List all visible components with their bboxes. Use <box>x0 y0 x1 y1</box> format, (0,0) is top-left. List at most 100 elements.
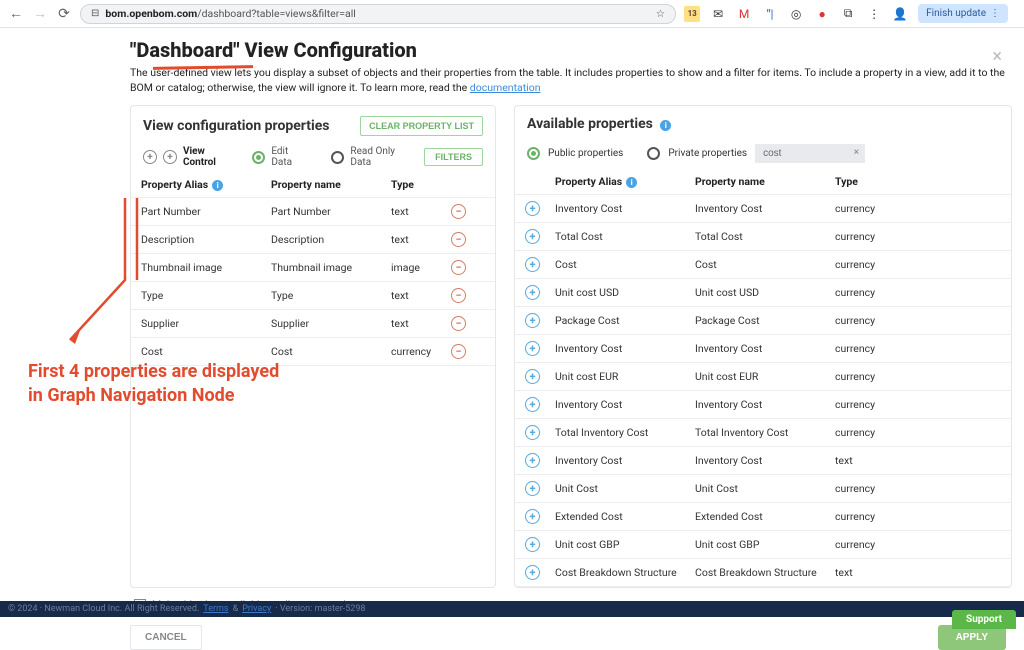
available-property-row[interactable]: + Unit cost USD Unit cost USD currency <box>515 279 1011 307</box>
prop-type: currency <box>835 230 895 243</box>
private-props-radio[interactable] <box>647 147 660 160</box>
add-property-icon[interactable]: + <box>525 313 540 328</box>
ext-menu-icon[interactable]: ⋮ <box>866 6 882 22</box>
remove-property-icon[interactable]: − <box>451 204 466 219</box>
search-input[interactable] <box>755 144 865 163</box>
available-property-row[interactable]: + Cost Breakdown Structure Cost Breakdow… <box>515 559 1011 587</box>
config-property-row[interactable]: Thumbnail image Thumbnail image image − <box>131 254 495 282</box>
config-property-row[interactable]: Type Type text − <box>131 282 495 310</box>
remove-property-icon[interactable]: − <box>451 260 466 275</box>
add-property-icon[interactable]: + <box>525 341 540 356</box>
clear-property-list-button[interactable]: CLEAR PROPERTY LIST <box>360 116 483 136</box>
finish-update-button[interactable]: Finish update ⋮ <box>918 4 1008 23</box>
prop-name: Unit cost EUR <box>695 370 835 383</box>
documentation-link[interactable]: documentation <box>470 81 541 94</box>
remove-property-icon[interactable]: − <box>451 344 466 359</box>
ext-icon-6[interactable]: ● <box>814 6 830 22</box>
add-property-icon[interactable]: + <box>525 285 540 300</box>
add-property-icon[interactable]: + <box>525 257 540 272</box>
bookmark-star-icon[interactable]: ☆ <box>656 7 665 20</box>
clear-search-icon[interactable]: × <box>854 147 859 158</box>
available-property-row[interactable]: + Total Inventory Cost Total Inventory C… <box>515 419 1011 447</box>
apply-button[interactable]: APPLY <box>938 625 1006 650</box>
close-icon[interactable]: × <box>992 46 1002 67</box>
privacy-link[interactable]: Privacy <box>242 604 271 614</box>
prop-type: currency <box>391 345 451 358</box>
prop-alias: Supplier <box>141 317 271 330</box>
config-property-row[interactable]: Part Number Part Number text − <box>131 198 495 226</box>
filters-button[interactable]: FILTERS <box>424 148 483 166</box>
cancel-button[interactable]: CANCEL <box>130 625 202 650</box>
info-icon[interactable]: i <box>660 120 671 131</box>
view-config-panel: View configuration properties CLEAR PROP… <box>130 105 496 588</box>
prop-type: text <box>391 205 451 218</box>
prop-alias: Inventory Cost <box>555 454 695 467</box>
add-row-icon-2[interactable]: + <box>163 150 177 164</box>
prop-alias: Extended Cost <box>555 510 695 523</box>
right-panel-title: Available properties <box>527 116 653 132</box>
add-property-icon[interactable]: + <box>525 537 540 552</box>
site-info-icon[interactable]: ⊟ <box>91 8 99 19</box>
read-only-radio[interactable] <box>331 151 344 164</box>
prop-type: currency <box>835 510 895 523</box>
add-property-icon[interactable]: + <box>525 509 540 524</box>
private-props-label: Private properties <box>668 148 747 159</box>
ext-icon-5[interactable]: ◎ <box>788 6 804 22</box>
profile-avatar[interactable]: 👤 <box>892 6 908 22</box>
address-bar[interactable]: ⊟ bom.openbom.com/dashboard?table=views&… <box>80 4 676 24</box>
info-icon[interactable]: i <box>212 180 223 191</box>
ext-icon-3[interactable]: M <box>736 6 752 22</box>
prop-alias: Unit cost EUR <box>555 370 695 383</box>
prop-type: text <box>391 233 451 246</box>
read-only-label: Read Only Data <box>350 146 418 168</box>
prop-name: Description <box>271 233 391 246</box>
config-property-row[interactable]: Supplier Supplier text − <box>131 310 495 338</box>
add-property-icon[interactable]: + <box>525 397 540 412</box>
prop-type: currency <box>835 286 895 299</box>
available-property-row[interactable]: + Unit Cost Unit Cost currency <box>515 475 1011 503</box>
prop-alias: Total Cost <box>555 230 695 243</box>
ext-icon-1[interactable]: 13 <box>684 6 700 22</box>
edit-data-label: Edit Data <box>271 146 311 168</box>
prop-name: Part Number <box>271 205 391 218</box>
add-row-icon[interactable]: + <box>143 150 157 164</box>
prop-type: text <box>391 317 451 330</box>
add-property-icon[interactable]: + <box>525 453 540 468</box>
remove-property-icon[interactable]: − <box>451 232 466 247</box>
config-property-row[interactable]: Description Description text − <box>131 226 495 254</box>
ext-icon-4[interactable]: "| <box>762 6 778 22</box>
available-property-row[interactable]: + Unit cost EUR Unit cost EUR currency <box>515 363 1011 391</box>
public-props-radio[interactable] <box>527 147 540 160</box>
back-button[interactable]: ← <box>8 6 24 22</box>
available-property-row[interactable]: + Extended Cost Extended Cost currency <box>515 503 1011 531</box>
add-property-icon[interactable]: + <box>525 481 540 496</box>
edit-data-radio[interactable] <box>252 151 265 164</box>
prop-alias: Total Inventory Cost <box>555 426 695 439</box>
remove-property-icon[interactable]: − <box>451 288 466 303</box>
prop-name: Inventory Cost <box>695 398 835 411</box>
add-property-icon[interactable]: + <box>525 425 540 440</box>
available-property-row[interactable]: + Inventory Cost Inventory Cost currency <box>515 391 1011 419</box>
add-property-icon[interactable]: + <box>525 229 540 244</box>
ext-icon-2[interactable]: ✉ <box>710 6 726 22</box>
available-property-row[interactable]: + Inventory Cost Inventory Cost text <box>515 447 1011 475</box>
available-property-row[interactable]: + Inventory Cost Inventory Cost currency <box>515 335 1011 363</box>
available-property-row[interactable]: + Package Cost Package Cost currency <box>515 307 1011 335</box>
prop-name: Total Cost <box>695 230 835 243</box>
support-button[interactable]: Support <box>952 610 1016 629</box>
available-property-row[interactable]: + Unit cost GBP Unit cost GBP currency <box>515 531 1011 559</box>
add-property-icon[interactable]: + <box>525 201 540 216</box>
ext-icon-7[interactable]: ⧉ <box>840 6 856 22</box>
prop-alias: Cost <box>555 258 695 271</box>
available-property-row[interactable]: + Inventory Cost Inventory Cost currency <box>515 195 1011 223</box>
available-property-row[interactable]: + Total Cost Total Cost currency <box>515 223 1011 251</box>
add-property-icon[interactable]: + <box>525 565 540 580</box>
prop-name: Extended Cost <box>695 510 835 523</box>
available-property-row[interactable]: + Cost Cost currency <box>515 251 1011 279</box>
reload-button[interactable]: ⟳ <box>56 6 72 22</box>
prop-name: Supplier <box>271 317 391 330</box>
info-icon[interactable]: i <box>626 177 637 188</box>
terms-link[interactable]: Terms <box>203 604 228 614</box>
remove-property-icon[interactable]: − <box>451 316 466 331</box>
add-property-icon[interactable]: + <box>525 369 540 384</box>
